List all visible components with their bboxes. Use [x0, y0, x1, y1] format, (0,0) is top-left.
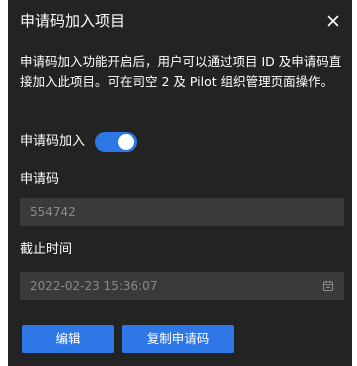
toggle-knob: [118, 134, 135, 150]
deadline-value: 2022-02-23 15:36:07: [30, 279, 158, 293]
deadline-field[interactable]: 2022-02-23 15:36:07: [20, 272, 344, 300]
code-field[interactable]: 554742: [20, 198, 344, 226]
code-label: 申请码: [20, 172, 60, 187]
join-by-code-dialog: 申请码加入项目 申请码加入功能开启后，用户可以通过项目 ID 及申请码直接加入此…: [8, 0, 352, 366]
dialog-title: 申请码加入项目: [20, 12, 126, 30]
toggle-row: 申请码加入: [20, 131, 138, 153]
dialog-description: 申请码加入功能开启后，用户可以通过项目 ID 及申请码直接加入此项目。可在司空 …: [20, 54, 342, 89]
toggle-label: 申请码加入: [20, 134, 86, 149]
code-value: 554742: [30, 205, 76, 219]
deadline-label: 截止时间: [20, 242, 73, 257]
copy-code-button[interactable]: 复制申请码: [122, 325, 234, 353]
edit-button[interactable]: 编辑: [22, 325, 114, 353]
calendar-icon[interactable]: [322, 280, 334, 292]
join-by-code-toggle[interactable]: [95, 132, 138, 152]
close-icon[interactable]: [324, 12, 342, 30]
